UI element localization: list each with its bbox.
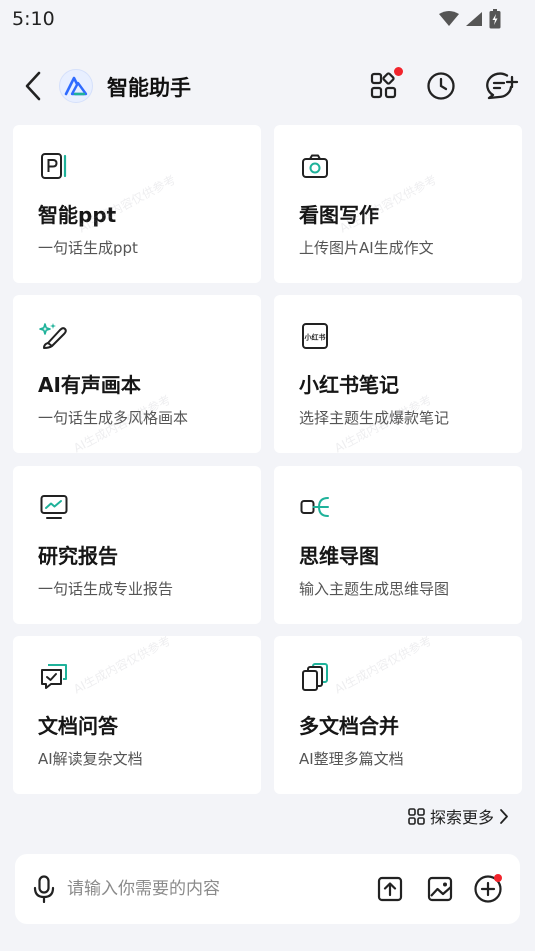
card-desc: 一句话生成多风格画本 [38, 409, 189, 427]
image-upload-icon[interactable] [425, 874, 455, 904]
chevron-right-icon [500, 808, 508, 824]
new-chat-button[interactable] [485, 69, 519, 103]
new-chat-icon [486, 72, 519, 100]
ppt-icon [41, 153, 67, 179]
battery-icon [489, 9, 501, 29]
chevron-left-icon [25, 71, 41, 101]
microphone-icon[interactable] [31, 875, 57, 903]
grid-icon [408, 807, 425, 825]
notification-dot [394, 67, 403, 76]
explore-more-label: 探索更多 [429, 808, 494, 827]
card-desc: 一句话生成专业报告 [38, 580, 174, 598]
watermark: AI生成内容仅供参考 [71, 636, 173, 697]
wifi-icon [439, 11, 459, 26]
card-desc: AI整理多篇文档 [299, 750, 404, 768]
history-button[interactable] [424, 69, 458, 103]
card-title: 文档问答 [38, 714, 118, 738]
status-time: 5:10 [12, 8, 55, 30]
card-xiaohongshu[interactable]: 小红书 小红书笔记 选择主题生成爆款笔记 AI生成内容仅供参考 [274, 295, 522, 453]
card-picture-book[interactable]: AI有声画本 一句话生成多风格画本 AI生成内容仅供参考 [13, 295, 261, 453]
chat-check-icon [41, 664, 67, 689]
card-title: 看图写作 [299, 203, 379, 227]
xiaohongshu-icon-label: 小红书 [304, 333, 326, 342]
card-title: 小红书笔记 [299, 373, 399, 397]
card-title: 多文档合并 [299, 714, 399, 738]
header-bar: 智能助手 [0, 62, 535, 110]
input-bar [15, 854, 520, 924]
assistant-logo-icon [64, 76, 88, 96]
signal-icon [466, 12, 482, 26]
card-title: 思维导图 [299, 544, 379, 568]
card-ppt[interactable]: 智能ppt 一句话生成ppt AI生成内容仅供参考 [13, 125, 261, 283]
more-tools-button[interactable] [473, 874, 505, 906]
assistant-logo [59, 69, 93, 103]
back-button[interactable] [22, 70, 48, 102]
card-title: 研究报告 [38, 544, 118, 568]
card-desc: 一句话生成ppt [38, 239, 138, 257]
upload-file-icon[interactable] [375, 874, 405, 904]
card-desc: 上传图片AI生成作文 [299, 239, 434, 257]
xiaohongshu-icon: 小红书 [302, 323, 328, 349]
apps-grid-icon [370, 72, 397, 99]
card-doc-qa[interactable]: 文档问答 AI解读复杂文档 AI生成内容仅供参考 [13, 636, 261, 794]
status-bar: 5:10 [0, 0, 535, 38]
card-title: AI有声画本 [38, 373, 141, 397]
card-desc: AI解读复杂文档 [38, 750, 143, 768]
status-icons [439, 9, 501, 29]
apps-button[interactable] [367, 67, 403, 103]
card-desc: 选择主题生成爆款笔记 [299, 409, 450, 427]
prompt-input[interactable] [67, 872, 367, 906]
mindmap-icon [300, 497, 329, 517]
card-title: 智能ppt [38, 203, 117, 227]
stacked-docs-icon [302, 663, 328, 691]
chart-monitor-icon [40, 495, 68, 519]
page-title: 智能助手 [107, 76, 191, 100]
card-desc: 输入主题生成思维导图 [299, 580, 450, 598]
card-mindmap[interactable]: 思维导图 输入主题生成思维导图 [274, 466, 522, 624]
camera-icon [302, 154, 328, 178]
notification-dot [494, 874, 502, 882]
watermark: AI生成内容仅供参考 [332, 636, 434, 697]
magic-brush-icon [39, 323, 67, 349]
card-report[interactable]: 研究报告 一句话生成专业报告 [13, 466, 261, 624]
clock-icon [427, 72, 455, 100]
explore-more-button[interactable]: 探索更多 [408, 803, 509, 829]
card-doc-merge[interactable]: 多文档合并 AI整理多篇文档 AI生成内容仅供参考 [274, 636, 522, 794]
card-image-writing[interactable]: 看图写作 上传图片AI生成作文 AI生成内容仅供参考 [274, 125, 522, 283]
